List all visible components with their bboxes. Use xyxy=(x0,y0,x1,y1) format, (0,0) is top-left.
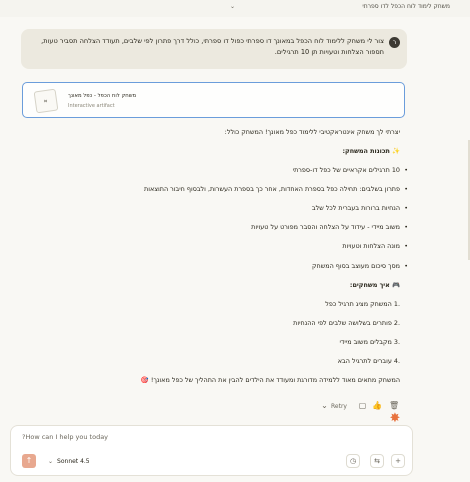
code-icon: ⌗ xyxy=(44,99,48,105)
retry-button[interactable]: Retry xyxy=(331,403,347,410)
click-indicator-icon: ✸ xyxy=(389,411,401,426)
feature-item: 10 תרגילים אקראיים של כפל דו-ספרתי xyxy=(293,166,409,174)
features-heading: ✨ תכונות המשחק: xyxy=(342,147,400,155)
thumbs-up-icon[interactable]: 👍 xyxy=(372,401,382,410)
howto-heading: 🎮 איך משחקים: xyxy=(349,281,400,289)
upload-icon[interactable]: ↑ xyxy=(22,454,36,468)
chevron-down-icon: ⌄ xyxy=(48,458,54,465)
model-selector[interactable]: ⌄ Sonnet 4.5 xyxy=(48,458,90,465)
feature-item: פתרון בשלבים: תחילה כפל בספרת האחדות, אח… xyxy=(144,185,408,193)
artifact-title[interactable]: משחק לוח הכפל - כפל מאונך xyxy=(68,93,136,99)
chat-page: ⌄ משחק לימוד לוח הכפל לדו ספרתי ר צור לי… xyxy=(0,0,470,482)
response-intro: יצרתי לך משחק אינטראקטיבי ללימוד כפל מאו… xyxy=(224,128,400,136)
plus-icon[interactable]: + xyxy=(391,454,405,468)
step-item: .1 המשחק מציג תרגיל כפל xyxy=(325,300,400,308)
chevron-down-icon[interactable]: ⌄ xyxy=(320,401,329,410)
user-avatar: ר xyxy=(389,37,400,48)
step-item: .3 מקבלים משוב מיידי xyxy=(339,338,400,346)
copy-icon[interactable]: ▢ xyxy=(358,401,367,410)
user-message-text: צור לי משחק ללימוד לוח הכפל במאונך דו ספ… xyxy=(41,37,384,56)
trash-icon[interactable]: 🗑 xyxy=(389,401,399,410)
artifact-subtitle: Interactive artifact xyxy=(68,103,115,109)
artifact-card[interactable] xyxy=(22,82,405,118)
feature-item: הנחיות ברורות בעברית לכל שלב xyxy=(312,204,408,212)
clock-icon[interactable]: ◷ xyxy=(346,454,360,468)
feature-item: מסך סיכום מעוצב בסוף המשחק xyxy=(312,262,408,270)
composer-input[interactable]: ?How can I help you today xyxy=(22,433,108,441)
step-item: .2 פותרים בשלושה שלבים לפי ההנחיות xyxy=(293,319,400,327)
response-closing: המשחק מתאים מאוד ללמידה מדורגת ומעודד את… xyxy=(140,376,400,384)
model-label: Sonnet 4.5 xyxy=(57,458,90,465)
feature-item: מונה הצלחות וטעויות xyxy=(342,242,407,250)
step-item: .4 עוברים לתרגיל הבא xyxy=(337,357,400,365)
sliders-icon[interactable]: ⇆ xyxy=(370,454,384,468)
chevron-down-icon[interactable]: ⌄ xyxy=(230,3,235,10)
conversation-title[interactable]: משחק לימוד לוח הכפל לדו ספרתי xyxy=(240,3,450,10)
feature-item: משוב מיידי - עידוד על הצלחה והסבר מפורט … xyxy=(251,223,408,231)
